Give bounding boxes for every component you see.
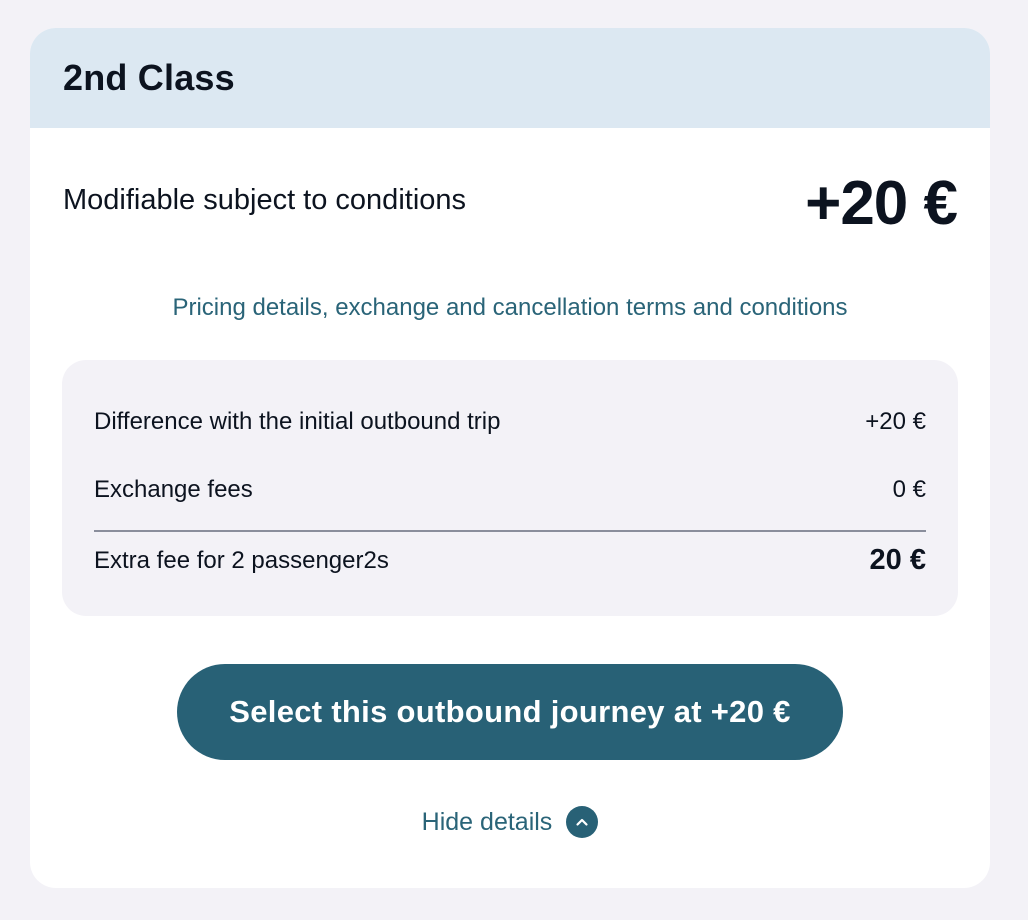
fare-card: 2nd Class Modifiable subject to conditio… xyxy=(30,28,990,888)
select-outbound-journey-button[interactable]: Select this outbound journey at +20 € xyxy=(177,664,843,760)
terms-link[interactable]: Pricing details, exchange and cancellati… xyxy=(30,294,990,322)
detail-label: Difference with the initial outbound tri… xyxy=(94,408,501,435)
detail-row-total: Extra fee for 2 passenger2s 20 € xyxy=(94,544,926,577)
fare-row: Modifiable subject to conditions +20 € xyxy=(63,168,958,238)
detail-value: 0 € xyxy=(892,476,926,503)
fare-price: +20 € xyxy=(805,169,958,238)
class-title: 2nd Class xyxy=(63,57,235,98)
hide-details-label: Hide details xyxy=(421,807,553,836)
card-header: 2nd Class xyxy=(30,28,990,128)
price-details-box: Difference with the initial outbound tri… xyxy=(62,360,958,616)
hide-details-toggle[interactable]: Hide details xyxy=(30,806,990,838)
fare-name: Modifiable subject to conditions xyxy=(63,184,467,216)
total-value: 20 € xyxy=(869,544,926,576)
detail-value: +20 € xyxy=(865,408,926,435)
detail-row-difference: Difference with the initial outbound tri… xyxy=(94,408,926,436)
chevron-up-icon[interactable] xyxy=(566,806,599,838)
total-label: Extra fee for 2 passenger2s xyxy=(94,546,389,574)
detail-row-exchange-fees: Exchange fees 0 € xyxy=(94,476,926,504)
detail-label: Exchange fees xyxy=(94,476,253,503)
divider xyxy=(94,530,926,532)
